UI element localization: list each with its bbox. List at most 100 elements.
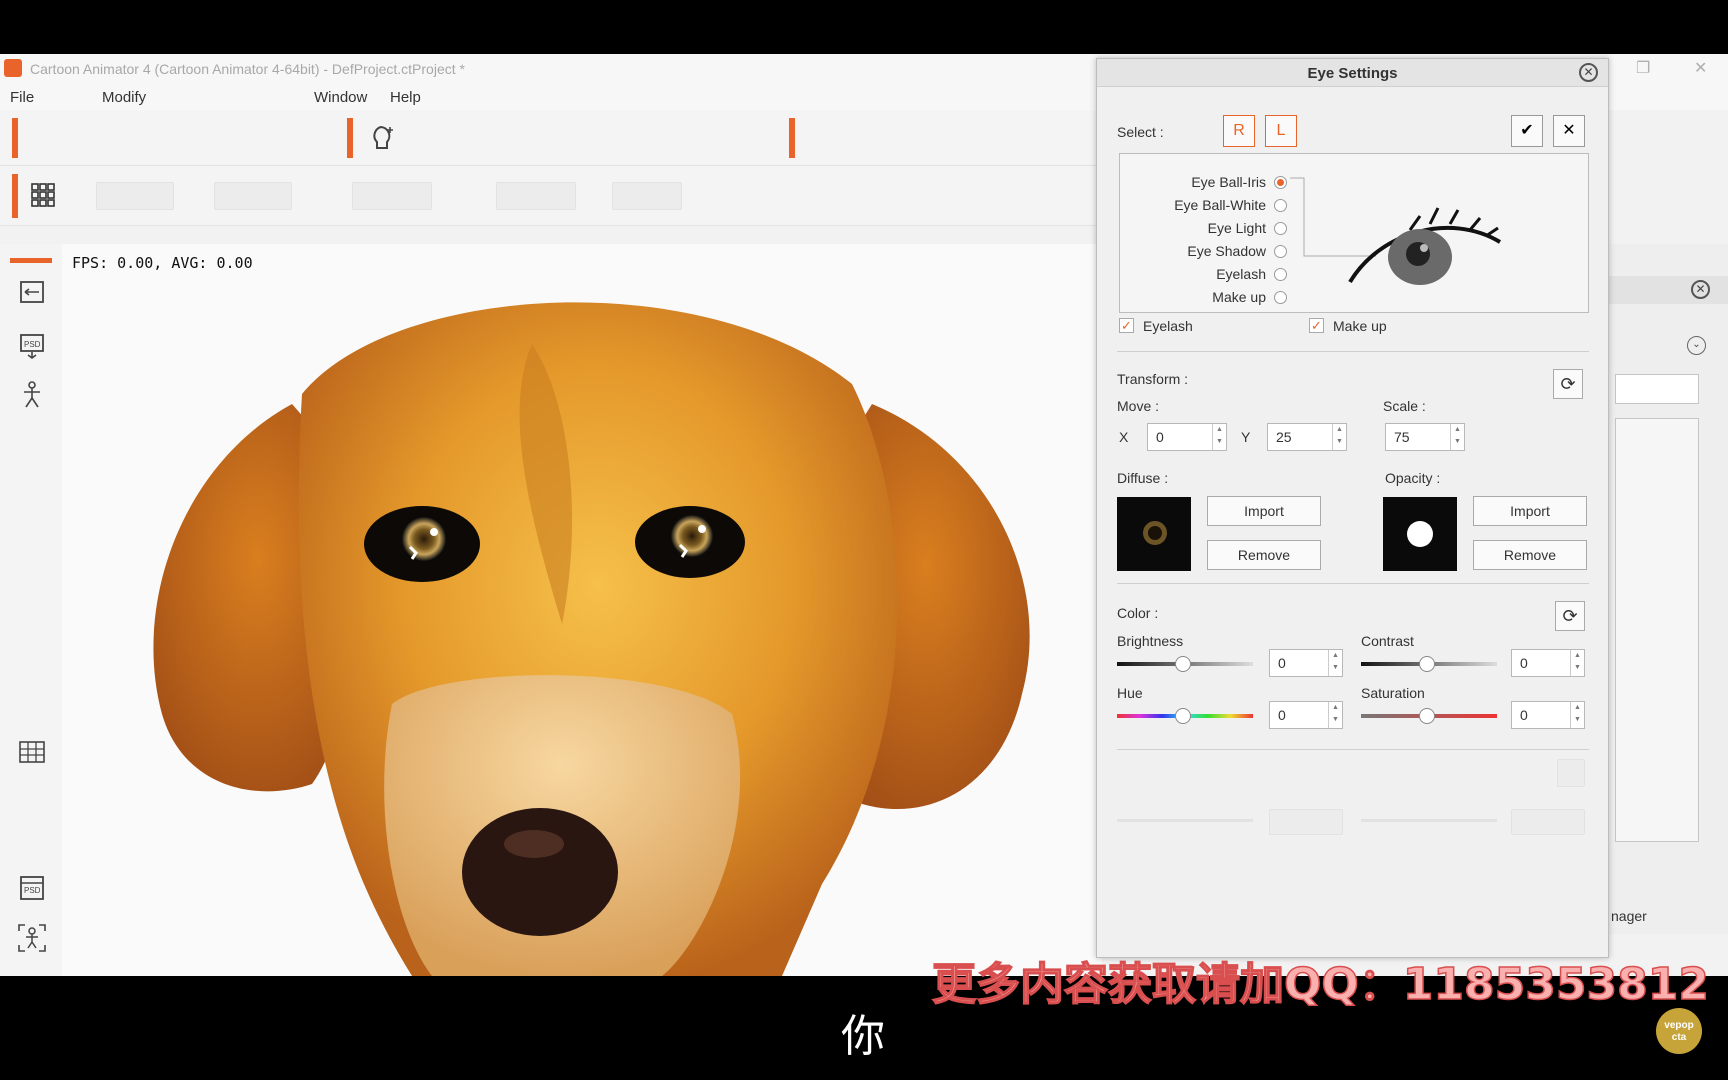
brightness-slider-knob[interactable] [1175, 656, 1191, 672]
scale-label: Scale : [1383, 398, 1426, 414]
menu-help[interactable]: Help [390, 89, 421, 106]
bulb-icon[interactable] [368, 124, 396, 154]
radio-eye-light[interactable] [1274, 222, 1287, 235]
grid-icon[interactable] [30, 182, 56, 208]
disabled-field [352, 182, 432, 210]
move-x-input[interactable]: 0 ▲ ▼ [1147, 423, 1227, 451]
dialog-close-icon[interactable]: ✕ [1579, 63, 1598, 82]
scene-icon[interactable] [18, 278, 46, 306]
disabled-field [496, 182, 576, 210]
contrast-value: 0 [1520, 655, 1528, 671]
iris-thumbnail [1143, 521, 1167, 545]
move-y-input[interactable]: 25 ▲ ▼ [1267, 423, 1347, 451]
stage-viewport[interactable]: FPS: 0.00, AVG: 0.00 [62, 244, 1102, 976]
left-eye-icon[interactable]: L [1265, 115, 1297, 147]
psd-export-icon[interactable]: PSD [18, 874, 46, 904]
spinner-arrows-icon[interactable]: ▲ ▼ [1450, 424, 1464, 450]
opacity-import-button[interactable]: Import [1473, 496, 1587, 526]
contrast-label: Contrast [1361, 633, 1414, 649]
brightness-value: 0 [1278, 655, 1286, 671]
menu-modify[interactable]: Modify [102, 89, 146, 106]
panel-tab-label[interactable]: nager [1611, 908, 1647, 924]
disabled-reset [1557, 759, 1585, 787]
radio-eye-ball-white[interactable] [1274, 199, 1287, 212]
toolbar-grip [12, 174, 18, 218]
menu-file[interactable]: File [10, 89, 34, 106]
spinner-arrows-icon[interactable]: ▲ ▼ [1570, 650, 1584, 676]
transform-reset-icon[interactable]: ⟳ [1553, 369, 1583, 399]
svg-text:PSD: PSD [24, 340, 41, 349]
app-window: Cartoon Animator 4 (Cartoon Animator 4-6… [0, 54, 1728, 976]
move-label: Move : [1117, 398, 1160, 414]
video-frame: Cartoon Animator 4 (Cartoon Animator 4-6… [0, 0, 1728, 1080]
window-title: Cartoon Animator 4 (Cartoon Animator 4-6… [30, 61, 465, 77]
disabled-field [1269, 809, 1343, 835]
hue-label: Hue [1117, 685, 1143, 701]
saturation-label: Saturation [1361, 685, 1425, 701]
brightness-input[interactable]: 0 ▲ ▼ [1269, 649, 1343, 677]
hue-value: 0 [1278, 707, 1286, 723]
opacity-texture-preview[interactable] [1383, 497, 1457, 571]
eye-preview-icon [1290, 177, 1502, 285]
chevron-down-icon[interactable]: ⌄ [1687, 336, 1706, 355]
diffuse-import-button[interactable]: Import [1207, 496, 1321, 526]
eyelash-checkbox-label: Eyelash [1143, 318, 1193, 334]
saturation-slider-knob[interactable] [1419, 708, 1435, 724]
panel-close-icon[interactable]: ✕ [1691, 280, 1710, 299]
opacity-remove-button[interactable]: Remove [1473, 540, 1587, 570]
color-reset-icon[interactable]: ⟳ [1555, 601, 1585, 631]
radio-eye-ball-iris[interactable] [1274, 176, 1287, 189]
main-toolbar [0, 110, 1100, 166]
panel-list[interactable] [1615, 418, 1699, 842]
divider [1117, 583, 1589, 584]
disabled-slider [1361, 819, 1497, 822]
eye-settings-dialog: Eye Settings ✕ Select : R L ✔ ✕ Eye Ball… [1096, 58, 1609, 958]
hue-slider-knob[interactable] [1175, 708, 1191, 724]
radio-eyelash[interactable] [1274, 268, 1287, 281]
toolbar-grip [789, 118, 795, 158]
divider [1117, 749, 1589, 750]
right-panel: ✕ ⌄ nager [1608, 244, 1728, 934]
dog-character-image [153, 302, 1030, 976]
eye-check-icon[interactable]: ✔ [1511, 115, 1543, 147]
grid-panel-icon[interactable] [18, 738, 46, 766]
close-window-icon[interactable]: ✕ [1694, 58, 1707, 78]
radio-make-up[interactable] [1274, 291, 1287, 304]
right-eye-icon[interactable]: R [1223, 115, 1255, 147]
menu-window[interactable]: Window [314, 89, 367, 106]
spinner-arrows-icon[interactable]: ▲ ▼ [1328, 702, 1342, 728]
panel-field[interactable] [1615, 374, 1699, 404]
contrast-input[interactable]: 0 ▲ ▼ [1511, 649, 1585, 677]
eye-close-icon[interactable]: ✕ [1553, 115, 1585, 147]
radio-eye-shadow[interactable] [1274, 245, 1287, 258]
divider [1117, 351, 1589, 352]
svg-text:PSD: PSD [24, 886, 41, 895]
toolbar-grip [12, 118, 18, 158]
contrast-slider-knob[interactable] [1419, 656, 1435, 672]
spinner-arrows-icon[interactable]: ▲ ▼ [1328, 650, 1342, 676]
restore-icon[interactable]: ❐ [1636, 58, 1650, 78]
subtitle-text: 你 [841, 1011, 885, 1062]
scale-input[interactable]: 75 ▲ ▼ [1385, 423, 1465, 451]
spinner-arrows-icon[interactable]: ▲ ▼ [1570, 702, 1584, 728]
spinner-arrows-icon[interactable]: ▲ ▼ [1332, 424, 1346, 450]
part-label-white: Eye Ball-White [1174, 197, 1266, 213]
diffuse-remove-button[interactable]: Remove [1207, 540, 1321, 570]
disabled-field [1511, 809, 1585, 835]
move-x-value: 0 [1156, 429, 1164, 445]
character-select-icon[interactable] [16, 922, 48, 954]
select-label: Select : [1117, 124, 1164, 140]
saturation-input[interactable]: 0 ▲ ▼ [1511, 701, 1585, 729]
watermark-text: 更多内容获取请加QQ：1185353812 [931, 958, 1709, 1011]
psd-icon[interactable]: PSD [18, 332, 46, 360]
part-label-light: Eye Light [1207, 220, 1266, 236]
makeup-checkbox[interactable]: ✓ [1309, 318, 1324, 333]
eyelash-checkbox[interactable]: ✓ [1119, 318, 1134, 333]
character-icon[interactable] [18, 380, 46, 410]
diffuse-texture-preview[interactable] [1117, 497, 1191, 571]
y-label: Y [1241, 429, 1251, 445]
dialog-header: Eye Settings ✕ [1097, 59, 1608, 87]
scale-value: 75 [1394, 429, 1410, 445]
spinner-arrows-icon[interactable]: ▲ ▼ [1212, 424, 1226, 450]
hue-input[interactable]: 0 ▲ ▼ [1269, 701, 1343, 729]
